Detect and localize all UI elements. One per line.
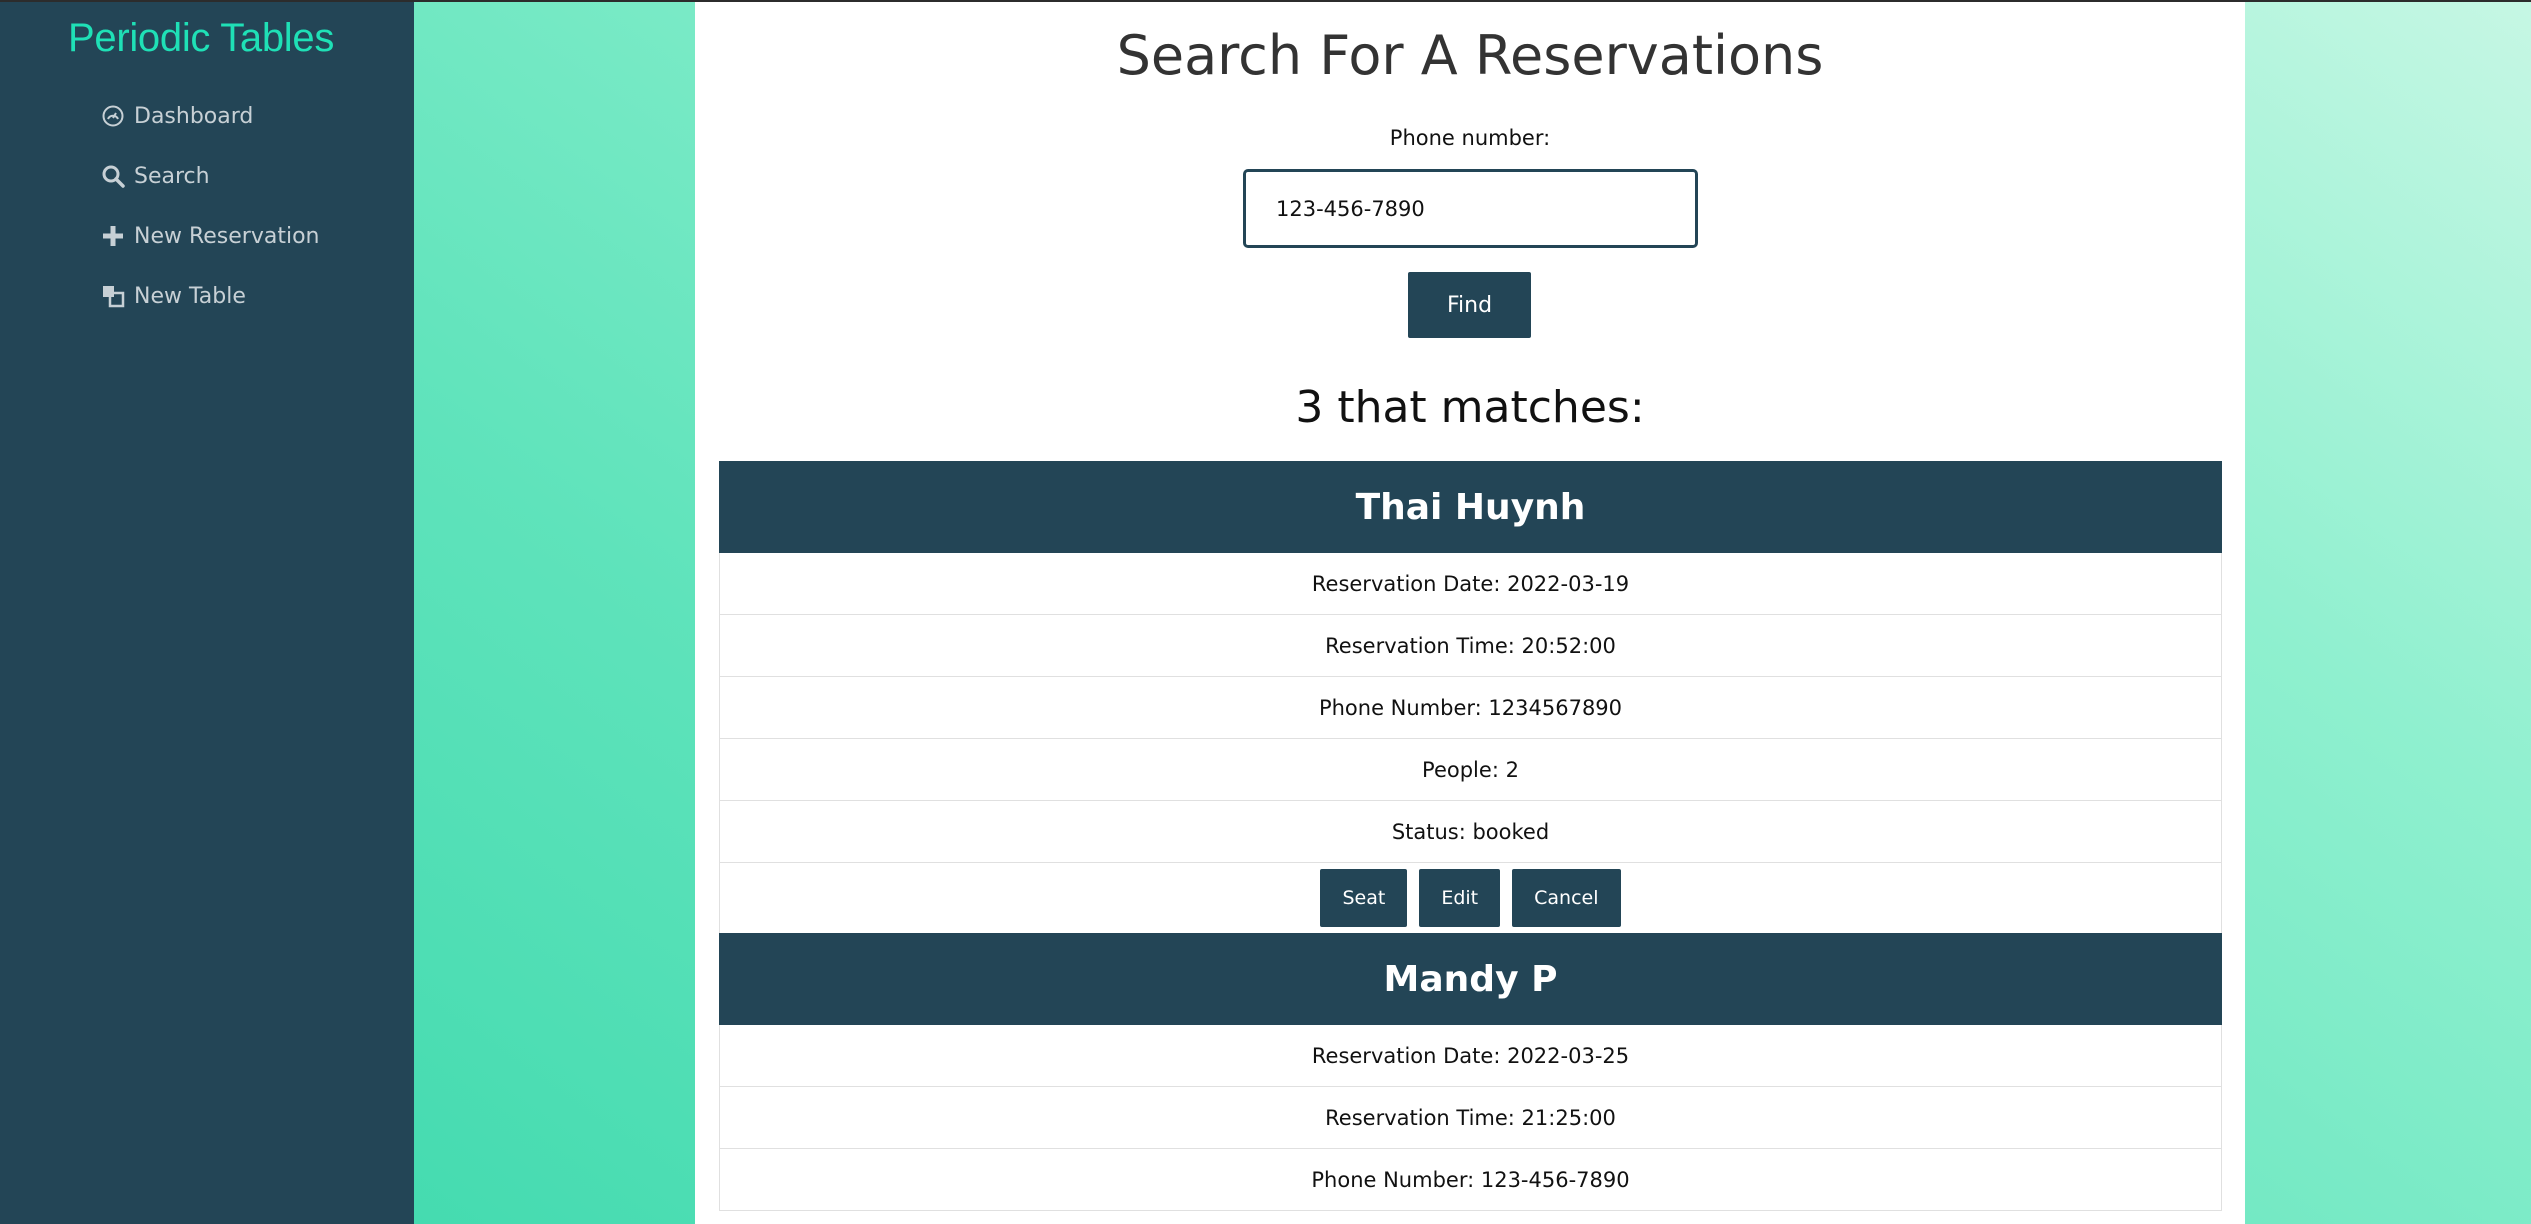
sidebar-item-dashboard[interactable]: Dashboard bbox=[100, 96, 400, 136]
reservation-status: Status: booked bbox=[719, 801, 2222, 863]
reservation-phone: Phone Number: 123-456-7890 bbox=[719, 1149, 2222, 1211]
sidebar: Periodic Tables Dashboard Search New Res… bbox=[0, 0, 414, 1224]
reservation-card: Thai Huynh Reservation Date: 2022-03-19 … bbox=[719, 461, 2222, 933]
phone-number-input[interactable] bbox=[1243, 169, 1698, 248]
reservation-card: Mandy P Reservation Date: 2022-03-25 Res… bbox=[719, 933, 2222, 1211]
brand-title[interactable]: Periodic Tables bbox=[68, 16, 368, 61]
results-list: Thai Huynh Reservation Date: 2022-03-19 … bbox=[719, 461, 2222, 1211]
reservation-people: People: 2 bbox=[719, 739, 2222, 801]
phone-number-label: Phone number: bbox=[1389, 126, 1551, 150]
seat-button[interactable]: Seat bbox=[1320, 869, 1408, 927]
sidebar-item-label: New Reservation bbox=[134, 223, 320, 249]
window-top-border bbox=[0, 0, 2531, 2]
match-count: 3 that matches: bbox=[1295, 382, 1645, 433]
find-button[interactable]: Find bbox=[1408, 272, 1531, 338]
reservation-date: Reservation Date: 2022-03-19 bbox=[719, 553, 2222, 615]
plus-icon bbox=[100, 223, 126, 249]
reservation-phone: Phone Number: 1234567890 bbox=[719, 677, 2222, 739]
dashboard-icon bbox=[100, 103, 126, 129]
sidebar-item-new-table[interactable]: New Table bbox=[100, 276, 400, 316]
sidebar-item-label: Search bbox=[134, 163, 210, 189]
sidebar-item-label: New Table bbox=[134, 283, 246, 309]
page-title: Search For A Reservations bbox=[1116, 24, 1824, 87]
sidebar-item-search[interactable]: Search bbox=[100, 156, 400, 196]
reservation-time: Reservation Time: 20:52:00 bbox=[719, 615, 2222, 677]
reservation-name: Mandy P bbox=[719, 933, 2222, 1025]
reservation-actions: Seat Edit Cancel bbox=[719, 863, 2222, 933]
main-panel: Search For A Reservations Phone number: … bbox=[695, 0, 2245, 1224]
tables-icon bbox=[100, 283, 126, 309]
sidebar-item-new-reservation[interactable]: New Reservation bbox=[100, 216, 400, 256]
reservation-time: Reservation Time: 21:25:00 bbox=[719, 1087, 2222, 1149]
search-icon bbox=[100, 163, 126, 189]
reservation-name: Thai Huynh bbox=[719, 461, 2222, 553]
edit-button[interactable]: Edit bbox=[1419, 869, 1501, 927]
reservation-date: Reservation Date: 2022-03-25 bbox=[719, 1025, 2222, 1087]
sidebar-item-label: Dashboard bbox=[134, 103, 254, 129]
cancel-button[interactable]: Cancel bbox=[1512, 869, 1621, 927]
